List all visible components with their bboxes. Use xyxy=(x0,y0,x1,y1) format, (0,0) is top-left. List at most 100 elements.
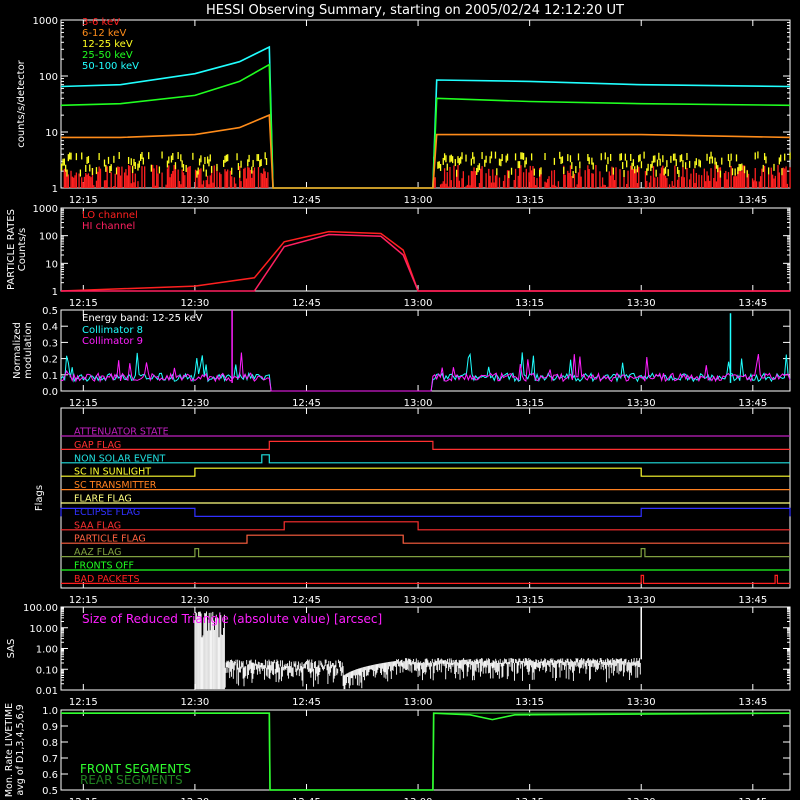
data-bar-12-25kev xyxy=(166,160,169,168)
data-bar-12-25kev xyxy=(767,167,770,175)
data-bar-3-6kev xyxy=(650,175,652,188)
data-bar-12-25kev xyxy=(251,166,253,174)
series-line-6-12kev xyxy=(61,113,791,189)
data-bar-12-25kev xyxy=(137,163,139,171)
data-bar-3-6kev xyxy=(664,175,667,188)
data-bar-3-6kev xyxy=(485,173,487,188)
data-bar-12-25kev xyxy=(520,152,522,160)
data-bar-3-6kev xyxy=(458,180,460,188)
data-bar-3-6kev xyxy=(727,172,730,188)
data-bar-12-25kev xyxy=(265,157,268,165)
data-bar-3-6kev xyxy=(441,183,443,188)
data-bar-3-6kev xyxy=(723,173,726,188)
y-tick-label: 0.5 xyxy=(42,306,58,317)
data-bar-12-25kev xyxy=(500,159,502,167)
data-bar-12-25kev xyxy=(651,160,653,168)
data-bar-3-6kev xyxy=(198,169,201,188)
data-bar-3-6kev xyxy=(87,173,90,188)
data-bar-12-25kev xyxy=(455,169,458,177)
data-bar-12-25kev xyxy=(470,158,473,166)
data-bar-3-6kev xyxy=(98,166,100,188)
data-bar-3-6kev xyxy=(173,164,175,188)
data-bar-12-25kev xyxy=(158,166,161,174)
data-bar-3-6kev xyxy=(106,166,108,188)
data-bar-3-6kev xyxy=(674,165,676,188)
data-bar-3-6kev xyxy=(705,181,707,188)
data-bar-3-6kev xyxy=(755,181,758,188)
x-tick-label: 13:30 xyxy=(627,195,656,206)
data-bar-12-25kev xyxy=(544,153,546,161)
data-bar-3-6kev xyxy=(212,182,214,188)
data-bar-12-25kev xyxy=(89,164,91,172)
data-bar-3-6kev xyxy=(701,175,703,188)
data-bar-12-25kev xyxy=(185,164,187,172)
legend-entry: 25-50 keV xyxy=(82,50,133,61)
data-bar-3-6kev xyxy=(782,167,785,188)
data-bar-3-6kev xyxy=(584,170,586,188)
y-tick-label: 0.01 xyxy=(36,686,58,697)
data-bar-12-25kev xyxy=(63,158,65,166)
y-tick-label: 10 xyxy=(45,259,58,270)
data-bar-12-25kev xyxy=(588,157,590,165)
data-bar-3-6kev xyxy=(710,168,712,188)
data-bar-12-25kev xyxy=(442,157,444,165)
data-bar-3-6kev xyxy=(243,168,245,188)
data-bar-3-6kev xyxy=(443,168,446,188)
data-bar-3-6kev xyxy=(548,176,550,188)
data-bar-3-6kev xyxy=(522,172,525,188)
data-bar-12-25kev xyxy=(446,163,448,171)
panel-annotation: Energy band: 12-25 keV xyxy=(82,313,203,324)
data-bar-3-6kev xyxy=(481,166,483,188)
data-bar-3-6kev xyxy=(461,178,463,188)
data-bar-12-25kev xyxy=(505,155,507,163)
data-bar-12-25kev xyxy=(172,153,174,161)
x-tick-label: 13:30 xyxy=(627,595,656,606)
data-bar-12-25kev xyxy=(530,153,533,161)
data-bar-12-25kev xyxy=(587,153,589,161)
y-tick-label: 100.00 xyxy=(23,603,58,614)
data-bar-3-6kev xyxy=(494,175,497,188)
data-bar-3-6kev xyxy=(65,170,67,188)
data-bar-3-6kev xyxy=(127,164,130,188)
data-bar-3-6kev xyxy=(591,173,593,188)
data-bar-12-25kev xyxy=(260,159,262,167)
data-bar-3-6kev xyxy=(676,179,679,188)
data-bar-12-25kev xyxy=(103,159,106,167)
data-bar-12-25kev xyxy=(789,152,791,160)
data-bar-12-25kev xyxy=(743,166,746,174)
data-bar-12-25kev xyxy=(765,156,767,164)
observing-summary-figure: HESSI Observing Summary, starting on 200… xyxy=(4,3,791,800)
data-bar-3-6kev xyxy=(698,174,700,188)
data-bar-12-25kev xyxy=(443,153,446,161)
data-bar-12-25kev xyxy=(680,154,683,162)
data-bar-3-6kev xyxy=(547,178,549,188)
y-tick-label: 0.8 xyxy=(42,738,58,749)
data-bar-3-6kev xyxy=(686,167,688,188)
data-bar-3-6kev xyxy=(530,170,533,188)
data-bar-12-25kev xyxy=(757,151,759,159)
data-bar-12-25kev xyxy=(61,163,63,171)
data-bar-3-6kev xyxy=(110,172,112,188)
data-bar-12-25kev xyxy=(650,164,652,172)
data-bar-3-6kev xyxy=(260,172,262,188)
y-tick-label: 100 xyxy=(39,72,58,83)
data-bar-12-25kev xyxy=(87,156,90,164)
data-bar-12-25kev xyxy=(150,164,153,172)
data-bar-3-6kev xyxy=(439,184,442,188)
data-bar-3-6kev xyxy=(518,166,521,188)
data-bar-3-6kev xyxy=(706,171,708,188)
plot-frame xyxy=(60,407,791,589)
data-bar-3-6kev xyxy=(168,165,170,188)
data-bar-12-25kev xyxy=(577,153,580,161)
data-bar-3-6kev xyxy=(263,168,265,188)
data-bar-12-25kev xyxy=(656,159,659,167)
data-bar-12-25kev xyxy=(639,154,641,162)
data-bar-3-6kev xyxy=(552,184,554,188)
data-bar-12-25kev xyxy=(620,153,622,161)
data-bar-3-6kev xyxy=(170,173,173,188)
data-bar-3-6kev xyxy=(544,181,546,188)
legend-entry: 6-12 keV xyxy=(82,28,126,39)
data-bar-3-6kev xyxy=(672,185,675,188)
data-bar-3-6kev xyxy=(528,172,530,188)
y-axis-label: modulation xyxy=(23,322,34,379)
